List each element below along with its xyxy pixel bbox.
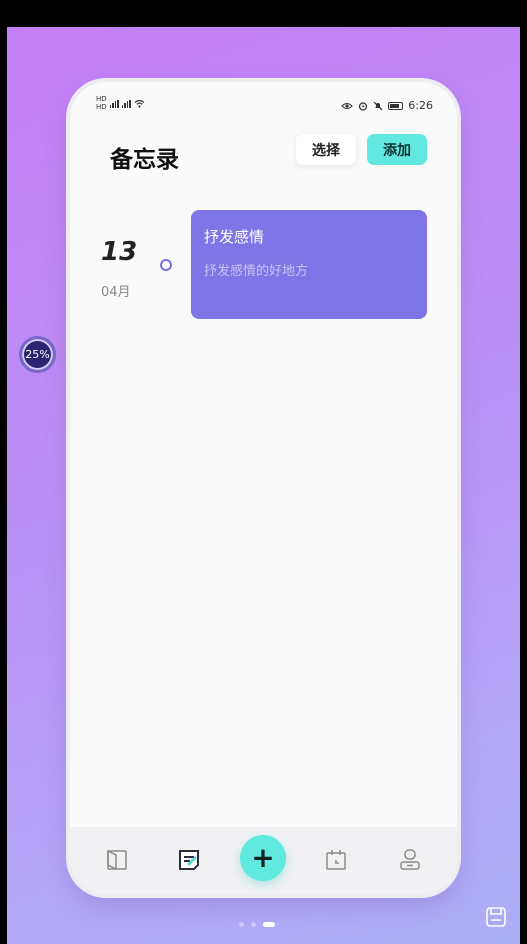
app-window: HD HD 6:26 备忘录 选择 添加 13 04月 抒发感情 抒发感情的好地… bbox=[70, 82, 457, 894]
memo-date-day: 13 bbox=[101, 237, 138, 267]
signal-icon bbox=[109, 99, 119, 108]
add-button[interactable]: 添加 bbox=[367, 134, 427, 165]
memo-card[interactable]: 抒发感情 抒发感情的好地方 bbox=[191, 210, 427, 319]
page-dot bbox=[239, 922, 244, 927]
status-bar: HD HD 6:26 bbox=[70, 82, 457, 113]
hd-label: HD bbox=[96, 103, 107, 111]
memo-title: 抒发感情 bbox=[204, 228, 265, 246]
floating-ball-value: 25% bbox=[25, 348, 50, 361]
alarm-icon bbox=[359, 101, 368, 111]
page-title: 备忘录 bbox=[110, 147, 179, 173]
memo-icon[interactable] bbox=[176, 847, 202, 873]
memo-date-month: 04月 bbox=[101, 285, 131, 300]
hd-label: HD bbox=[96, 95, 107, 103]
wifi-icon bbox=[134, 99, 145, 108]
timeline-dot-icon bbox=[160, 259, 172, 271]
battery-icon bbox=[388, 101, 404, 110]
book-icon[interactable] bbox=[104, 847, 130, 873]
save-icon[interactable] bbox=[484, 905, 508, 929]
page-dot bbox=[251, 922, 256, 927]
floating-ball[interactable]: 25% bbox=[19, 336, 56, 373]
status-time: 6:26 bbox=[408, 99, 433, 112]
screen: HD HD 6:26 备忘录 选择 添加 13 04月 抒发感情 抒发感情的好地… bbox=[0, 0, 527, 944]
mute-icon bbox=[373, 101, 383, 110]
memo-content: 抒发感情的好地方 bbox=[204, 264, 309, 279]
add-memo-button[interactable]: + bbox=[240, 835, 286, 881]
page-dot-active bbox=[263, 922, 275, 927]
signal-icon bbox=[121, 99, 131, 108]
eye-icon bbox=[341, 102, 354, 109]
page-indicator bbox=[239, 922, 275, 927]
select-button[interactable]: 选择 bbox=[296, 134, 356, 165]
bottom-tab-bar: + bbox=[70, 827, 457, 894]
calendar-icon[interactable] bbox=[323, 847, 349, 873]
profile-icon[interactable] bbox=[397, 847, 423, 873]
